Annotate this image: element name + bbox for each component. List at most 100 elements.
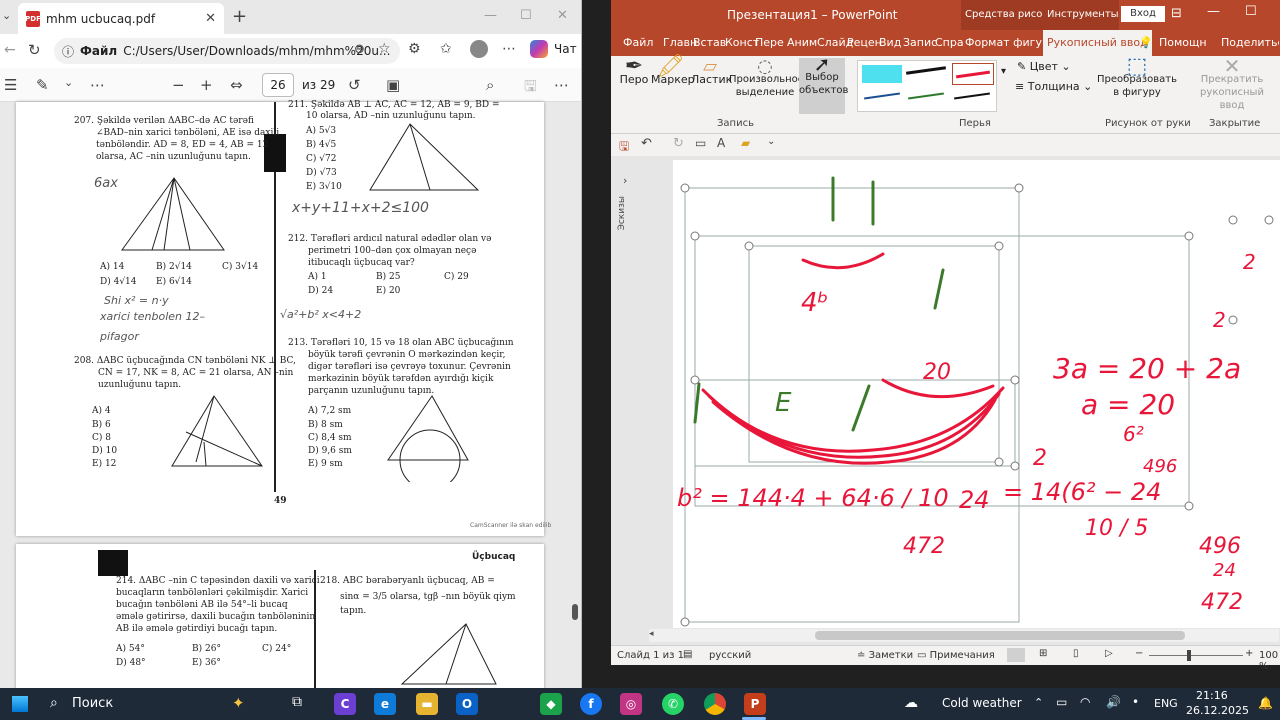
tab-view[interactable]: Вид <box>879 36 901 49</box>
weather-text[interactable]: Cold weather <box>942 696 1022 710</box>
tab-ink[interactable]: Рукописный ввод <box>1043 30 1152 56</box>
volume-icon[interactable]: 🔊 <box>1106 695 1121 709</box>
slideshow-icon[interactable]: ▷ <box>1105 648 1113 659</box>
zoom-out-icon[interactable]: − <box>172 76 185 94</box>
zoom-slider-thumb[interactable] <box>1187 650 1191 661</box>
favorites-icon[interactable]: ✩ <box>440 41 452 57</box>
zoom-page-icon[interactable]: ⊖ <box>354 42 365 57</box>
pen-swatch-dark[interactable] <box>954 92 990 100</box>
search-pdf-icon[interactable]: ⌕ <box>486 76 494 94</box>
slide-canvas[interactable]: 3a = 20 + 2a a = 20 6² 496 b² = 144·4 + … <box>673 160 1280 628</box>
pdf-scrollbar-thumb[interactable] <box>572 604 578 620</box>
zoom-out-icon[interactable]: − <box>1135 648 1143 659</box>
language-indicator[interactable]: ENG <box>1154 697 1178 710</box>
copilot-app-icon[interactable]: C <box>334 693 356 715</box>
file-explorer-icon[interactable]: ▬ <box>416 693 438 715</box>
mic-icon[interactable]: • <box>1132 695 1139 709</box>
info-icon[interactable]: ⓘ <box>62 43 74 60</box>
copilot-icon[interactable] <box>530 40 548 58</box>
pen-color-button[interactable]: ✎ Цвет ⌄ <box>1017 60 1071 73</box>
rotate-icon[interactable]: ↺ <box>348 76 361 94</box>
stop-inking-button[interactable]: ✕ Прекратить рукописный ввод <box>1187 56 1277 112</box>
zoom-in-icon[interactable]: + <box>200 76 213 94</box>
undo-icon[interactable]: ↶ <box>641 136 652 151</box>
freeform-select-tool[interactable]: ◌ Произвольное выделение <box>729 58 804 99</box>
status-language[interactable]: русский <box>709 650 751 661</box>
wifi-icon[interactable]: ◠ <box>1080 695 1090 709</box>
pen-tool[interactable]: ✒ Перо <box>617 56 651 87</box>
battery-icon[interactable]: ▭ <box>1056 695 1067 709</box>
minimize-icon[interactable]: — <box>1207 4 1220 19</box>
draw-icon[interactable]: ✎ <box>36 76 49 94</box>
chrome-icon[interactable] <box>704 693 726 715</box>
accessibility-icon[interactable]: ▤ <box>683 649 692 660</box>
spelling-icon[interactable]: A <box>717 136 725 150</box>
notes-button[interactable]: ≐ Заметки <box>857 650 913 661</box>
more-menu-icon[interactable]: ⋯ <box>502 41 516 57</box>
redo-icon[interactable]: ↻ <box>673 136 684 151</box>
pdf-more-icon[interactable]: ⋯ <box>554 76 569 94</box>
close-tab-icon[interactable]: ✕ <box>205 11 216 26</box>
copilot-label[interactable]: Чат <box>554 42 577 56</box>
close-window-icon[interactable]: ✕ <box>557 8 568 23</box>
taskbar-search[interactable]: Поиск <box>72 696 113 711</box>
page-number-input[interactable]: 26 <box>262 73 294 97</box>
reading-view-icon[interactable]: ▯ <box>1073 648 1079 659</box>
pen-thickness-button[interactable]: ≡ Толщина ⌄ <box>1015 80 1092 93</box>
notification-bell-icon[interactable]: 🔔 <box>1258 696 1273 710</box>
normal-view-icon[interactable] <box>1007 648 1025 662</box>
minimize-icon[interactable]: — <box>484 8 497 23</box>
powerpoint-icon[interactable]: P <box>744 693 766 715</box>
whatsapp-icon[interactable]: ✆ <box>662 693 684 715</box>
pen-swatch-blue[interactable] <box>864 92 900 100</box>
tab-help[interactable]: Спра <box>935 36 964 49</box>
tab-insert[interactable]: Встав <box>693 36 726 49</box>
tell-me[interactable]: Помощн <box>1159 36 1207 49</box>
url-bar[interactable]: ⓘ Файл C:/Users/User/Downloads/mhm/mhm%2… <box>54 38 400 64</box>
clock-date[interactable]: 26.12.2025 <box>1186 704 1249 717</box>
back-icon[interactable]: ← <box>4 42 16 58</box>
extensions-icon[interactable]: ⚙ <box>408 41 421 57</box>
tab-animations[interactable]: Аним <box>787 36 817 49</box>
convert-to-shape-button[interactable]: ⬚ Преобразовать в фигуру <box>1097 56 1177 99</box>
start-windows-icon[interactable] <box>12 696 28 712</box>
expand-thumbnails-icon[interactable]: › <box>623 174 627 187</box>
signin-button[interactable]: Вход <box>1121 6 1165 22</box>
tab-review[interactable]: Рецен <box>847 36 882 49</box>
open-icon[interactable]: ▰ <box>741 136 750 150</box>
weather-icon[interactable]: ☁ <box>904 695 918 711</box>
edge-icon[interactable]: e <box>374 693 396 715</box>
zoom-slider[interactable] <box>1149 655 1243 656</box>
pen-swatch-highlighter[interactable] <box>862 65 902 83</box>
pen-swatch-green[interactable] <box>908 92 944 100</box>
tab-transitions[interactable]: Пере <box>755 36 784 49</box>
facebook-icon[interactable]: f <box>580 693 602 715</box>
tab-actions-icon[interactable]: ⌄ <box>2 9 11 22</box>
scrollbar-thumb[interactable] <box>815 631 1185 640</box>
contents-icon[interactable]: ☰ <box>4 76 17 94</box>
save-icon[interactable]: 🖫 <box>619 137 629 158</box>
slide-sorter-icon[interactable]: ⊞ <box>1039 648 1047 659</box>
scroll-left-icon[interactable]: ◂ <box>649 629 654 639</box>
copilot-sparkle-icon[interactable]: ✦ <box>232 694 245 712</box>
tab-record[interactable]: Запис <box>903 36 937 49</box>
new-tab-icon[interactable]: + <box>232 6 247 27</box>
tray-overflow-icon[interactable]: ⌃ <box>1034 696 1043 709</box>
marker-tool[interactable]: 🖍 Маркер <box>651 56 695 87</box>
instagram-icon[interactable]: ◎ <box>620 693 642 715</box>
lightbulb-icon[interactable]: 💡 <box>1139 36 1153 49</box>
maximize-icon[interactable]: ☐ <box>520 8 532 23</box>
select-objects-tool[interactable]: ➚ Выбор объектов <box>799 54 848 114</box>
more-tools-icon[interactable]: ⋯ <box>90 76 105 94</box>
clock-time[interactable]: 21:16 <box>1196 689 1228 702</box>
tab-pdf[interactable]: PDF mhm ucbucaq.pdf ✕ <box>18 3 224 34</box>
zoom-in-icon[interactable]: + <box>1245 648 1253 659</box>
page-view-icon[interactable]: ▣ <box>386 76 400 94</box>
maximize-icon[interactable]: ☐ <box>1245 4 1257 19</box>
favorite-star-icon[interactable]: ☆ <box>378 41 391 57</box>
outlook-icon[interactable]: O <box>456 693 478 715</box>
zoom-level[interactable]: 100 % <box>1259 650 1280 672</box>
save-pdf-icon[interactable]: 🖫 <box>524 76 537 101</box>
app-store-icon[interactable]: ◆ <box>540 693 562 715</box>
profile-avatar[interactable] <box>470 40 488 58</box>
